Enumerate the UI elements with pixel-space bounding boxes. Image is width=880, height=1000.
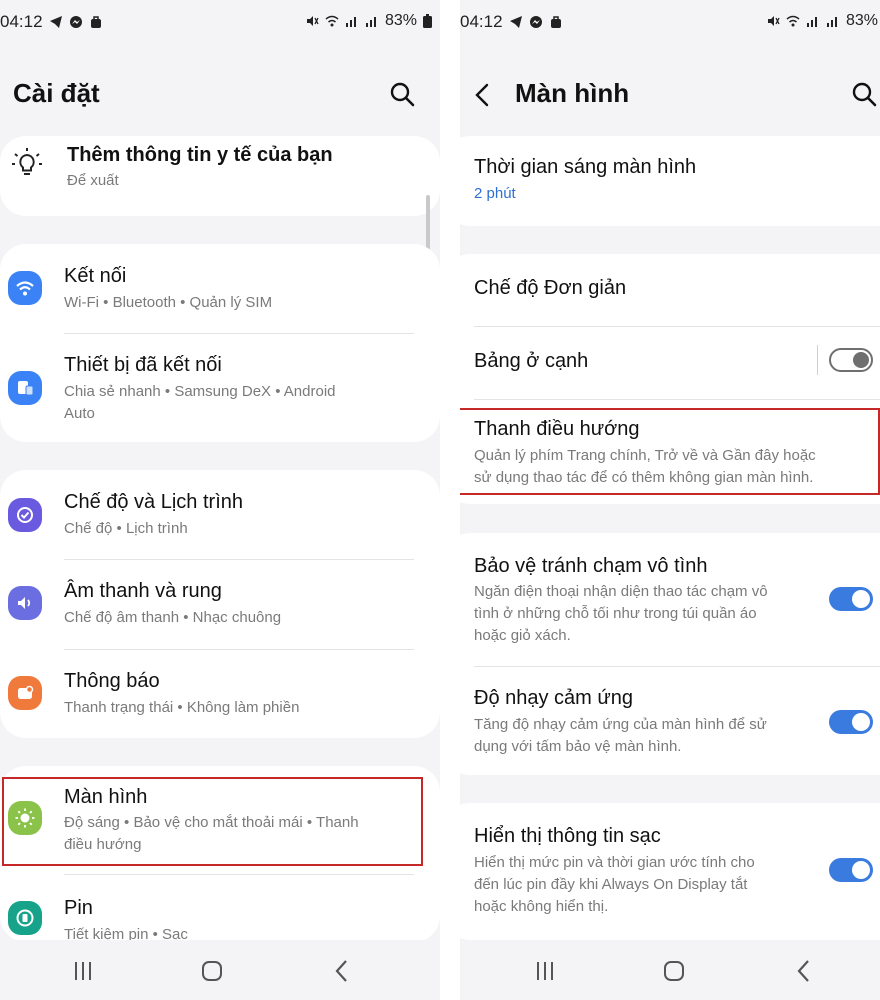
recents-icon[interactable] [532,958,558,984]
settings-panel: 04:12 83% Cài đặt Thêm thông tin y tế củ… [0,0,440,1000]
bag-icon [90,16,101,28]
charging-info-toggle[interactable] [829,858,873,882]
item-sub: Chế độ • Lịch trình [64,520,188,537]
telegram-icon [509,16,522,28]
item-title: Hiển thị thông tin sạc [474,825,661,847]
lightbulb-icon [12,148,42,175]
home-icon[interactable] [661,958,687,984]
settings-item-modes[interactable]: Chế độ và Lịch trình Chế độ • Lịch trình [0,470,440,559]
wifi-icon [786,15,800,27]
item-title: Bảng ở cạnh [474,350,589,372]
home-icon[interactable] [199,958,225,984]
item-title: Thời gian sáng màn hình [474,156,697,178]
touch-sensitivity-toggle[interactable] [829,710,873,734]
card-touch: Bảo vệ tránh chạm vô tình Ngăn điện thoạ… [460,533,880,775]
item-title: Chế độ Đơn giản [474,277,627,299]
wifi-icon [8,271,42,305]
page-title: Màn hình [515,78,630,108]
display-panel: 04:12 83% Màn hình Thời gian sáng màn hì… [460,0,880,1000]
signal-icon [806,17,817,27]
signal-icon [345,17,356,27]
item-title: Thiết bị đã kết nối [64,354,222,376]
suggestion-card[interactable]: Thêm thông tin y tế của bạn Để xuất [0,136,440,216]
accidental-touch-toggle[interactable] [829,587,873,611]
status-time: 04:12 [460,12,503,31]
mute-icon [306,16,319,26]
card-screen-timeout: Thời gian sáng màn hình 2 phút [460,136,880,226]
battery-percent: 83% [845,12,878,29]
item-sub-line2: đến lúc pin đầy khi Always On Display tắ… [474,876,748,893]
item-sub-line2: tình ở những chỗ tối như trong túi quần … [474,605,757,622]
suggestion-title: Thêm thông tin y tế của bạn [67,144,333,166]
mute-icon [767,16,780,26]
search-icon[interactable] [850,80,878,108]
settings-item-connections[interactable]: Kết nối Wi-Fi • Bluetooth • Quản lý SIM [0,244,440,333]
back-arrow-icon[interactable] [472,82,494,108]
panel-divider [440,0,460,1000]
edge-panels-toggle[interactable] [829,348,873,372]
item-sub-line1: Hiển thị mức pin và thời gian ước tính c… [474,854,755,871]
back-icon[interactable] [791,958,817,984]
toggle-divider [817,345,818,375]
item-sub: Chế độ âm thanh • Nhạc chuông [64,609,282,626]
back-icon[interactable] [329,958,355,984]
messenger-icon [529,16,542,28]
item-title: Bảo vệ tránh chạm vô tình [474,555,708,577]
suggestion-sub: Để xuất [67,172,119,189]
item-title: Chế độ và Lịch trình [64,491,243,513]
status-time: 04:12 [0,12,43,31]
setting-edge-panels[interactable]: Bảng ở cạnh [460,327,880,399]
item-sub-line1: Tăng độ nhạy cảm ứng của màn hình để sử [474,716,767,733]
setting-accidental-touch[interactable]: Bảo vệ tránh chạm vô tình Ngăn điện thoạ… [460,533,880,666]
item-sub-line1: Ngăn điện thoại nhận diện thao tác chạm … [474,583,768,600]
item-sub: Thanh trạng thái • Không làm phiền [64,699,300,716]
battery-percent: 83% [384,12,417,29]
settings-item-notifications[interactable]: Thông báo Thanh trạng thái • Không làm p… [0,650,440,738]
item-sub: Wi-Fi • Bluetooth • Quản lý SIM [64,294,273,311]
signal-icon-2 [365,17,376,27]
bag-icon [550,16,561,28]
item-sub-line3: hoặc không hiển thị. [474,898,609,915]
navigation-bar [460,940,880,1000]
telegram-icon [49,16,62,28]
setting-easy-mode[interactable]: Chế độ Đơn giản [460,254,880,326]
item-title: Kết nối [64,265,127,287]
item-sub-line3: hoặc giỏ xách. [474,627,571,644]
battery-care-icon [8,901,42,935]
notification-icon [8,676,42,710]
settings-item-connected-devices[interactable]: Thiết bị đã kết nối Chia sẻ nhanh • Sams… [0,334,440,442]
item-sub-line2: Auto [64,405,95,422]
status-bar: 04:12 83% [460,0,880,42]
settings-item-sound[interactable]: Âm thanh và rung Chế độ âm thanh • Nhạc … [0,560,440,649]
card-modes: Chế độ và Lịch trình Chế độ • Lịch trình… [0,470,440,738]
item-value: 2 phút [474,185,516,202]
battery-icon [423,14,432,28]
highlight-display [2,777,423,866]
search-icon[interactable] [388,80,416,108]
card-charging: Hiển thị thông tin sạc Hiển thị mức pin … [460,803,880,940]
devices-icon [8,371,42,405]
signal-icon-2 [826,17,837,27]
volume-icon [8,586,42,620]
item-sub-line2: dụng với tấm bảo vệ màn hình. [474,738,682,755]
setting-screen-timeout[interactable]: Thời gian sáng màn hình 2 phút [460,136,880,226]
highlight-navigation-bar [460,408,880,495]
setting-touch-sensitivity[interactable]: Độ nhạy cảm ứng Tăng độ nhạy cảm ứng của… [460,667,880,775]
page-title: Cài đặt [13,78,100,108]
recents-icon[interactable] [70,958,96,984]
item-title: Thông báo [64,670,160,692]
modes-icon [8,498,42,532]
status-bar: 04:12 83% [0,0,440,42]
wifi-icon [325,15,339,27]
item-sub-line1: Chia sẻ nhanh • Samsung DeX • Android [64,383,336,400]
item-title: Pin [64,897,93,919]
item-title: Âm thanh và rung [64,580,222,602]
card-connections: Kết nối Wi-Fi • Bluetooth • Quản lý SIM … [0,244,440,442]
navigation-bar [0,940,440,1000]
item-title: Độ nhạy cảm ứng [474,687,634,709]
settings-item-battery[interactable]: Pin Tiết kiệm pin • Sạc [0,875,440,943]
messenger-icon [69,16,82,28]
setting-charging-info[interactable]: Hiển thị thông tin sạc Hiển thị mức pin … [460,803,880,940]
